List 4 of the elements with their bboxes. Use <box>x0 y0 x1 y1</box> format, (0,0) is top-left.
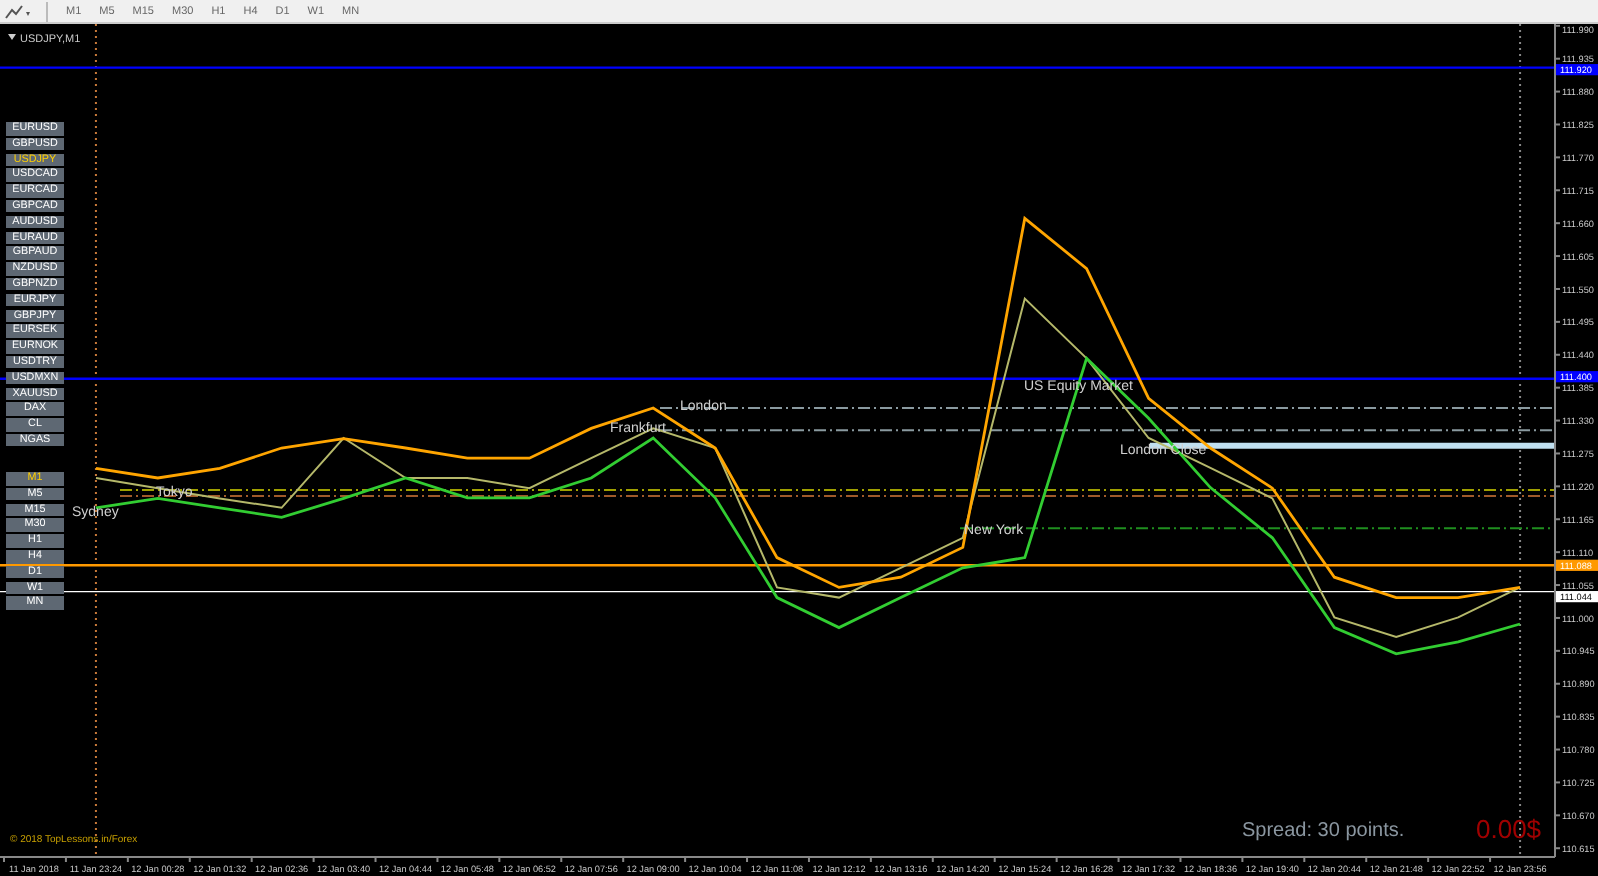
dropdown-icon[interactable] <box>8 34 16 40</box>
profit-text: 0.00$ <box>1476 814 1542 844</box>
line-tools-icon[interactable] <box>4 3 32 19</box>
spread-text: Spread: 30 points. <box>1242 820 1405 842</box>
